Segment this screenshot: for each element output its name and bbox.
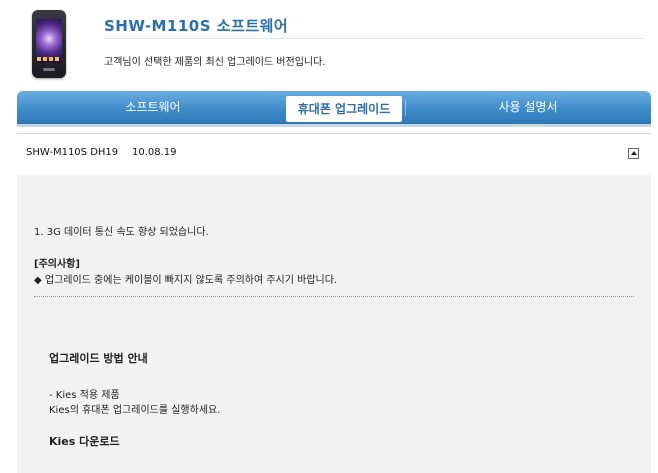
phone-product-image xyxy=(32,10,66,78)
page-subtitle: 고객님이 선택한 제품의 최신 업그레이드 버전입니다. xyxy=(104,57,326,68)
kies-applicable-text: - Kies 적용 제품 xyxy=(49,390,120,401)
upgrade-guide-heading: 업그레이드 방법 안내 xyxy=(49,352,148,365)
release-details-panel: 1. 3G 데이터 통신 속도 향상 되었습니다. [주의사항] ◆ 업그레이드… xyxy=(17,175,651,473)
caution-heading: [주의사항] xyxy=(34,259,80,270)
kies-instruction-text: Kies의 휴대폰 업그레이드를 실행하세요. xyxy=(49,405,221,416)
release-model: SHW-M110S DH19 xyxy=(26,147,119,158)
phone-dock-icons xyxy=(37,57,61,61)
tab-phone-upgrade[interactable]: 휴대폰 업그레이드 xyxy=(286,96,402,122)
release-row: SHW-M110S DH19 10.08.19 xyxy=(17,133,651,176)
tab-software[interactable]: 소프트웨어 xyxy=(17,91,289,124)
caution-text: ◆ 업그레이드 중에는 케이블이 빠지지 않도록 주의하여 주시기 바랍니다. xyxy=(34,275,338,286)
phone-home-button xyxy=(43,68,55,71)
collapse-arrow-icon[interactable] xyxy=(628,148,639,159)
release-date: 10.08.19 xyxy=(132,147,177,158)
kies-download-link[interactable]: Kies 다운로드 xyxy=(49,433,120,449)
page-title: SHW-M110S 소프트웨어 xyxy=(104,17,289,35)
tab-bar: 소프트웨어 휴대폰 업그레이드 사용 설명서 xyxy=(17,91,651,127)
title-divider xyxy=(104,38,644,39)
tab-user-manual[interactable]: 사용 설명서 xyxy=(405,91,651,124)
release-note: 1. 3G 데이터 통신 속도 향상 되었습니다. xyxy=(34,227,209,238)
dotted-divider xyxy=(34,296,634,297)
